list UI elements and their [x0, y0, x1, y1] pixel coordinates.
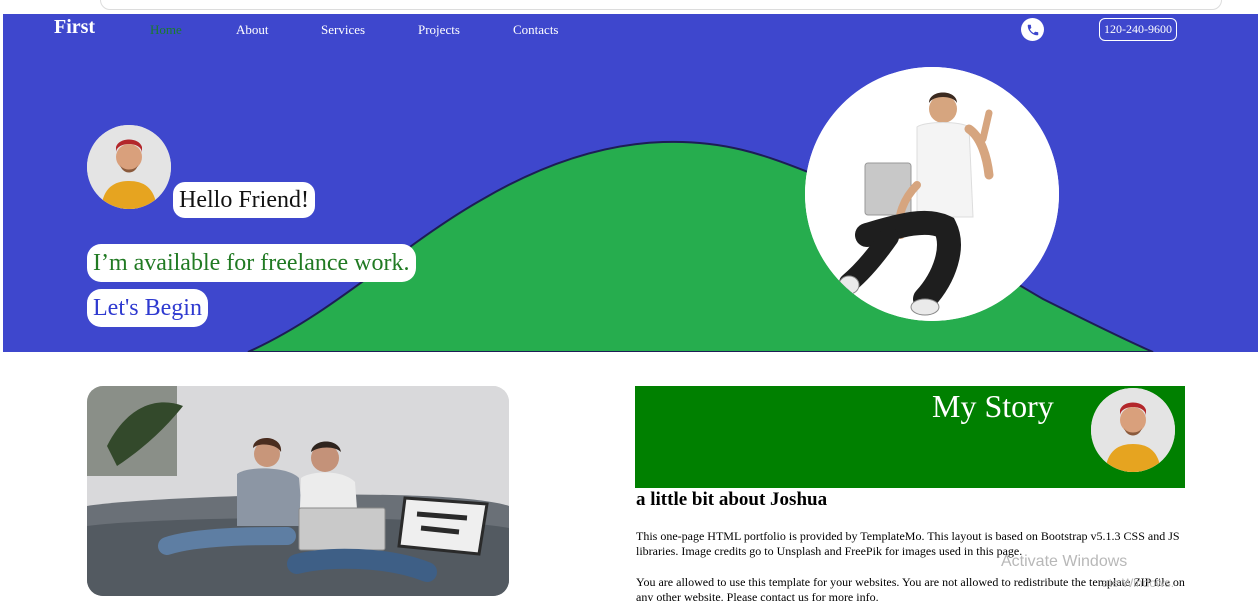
person-avatar-image [1091, 388, 1175, 472]
hero-greeting: Hello Friend! [173, 182, 315, 218]
hero-tagline: I’m available for freelance work. [87, 244, 416, 282]
couple-photo-image [87, 386, 509, 596]
person-avatar-image [87, 125, 171, 209]
my-story-banner: My Story [635, 386, 1185, 488]
story-title: My Story [932, 388, 1054, 424]
phone-glyph [1027, 24, 1038, 35]
nav-link-about[interactable]: About [236, 22, 269, 38]
lets-begin-button[interactable]: Let's Begin [87, 289, 208, 327]
address-bar-edge[interactable] [100, 0, 1222, 10]
story-heading: a little bit about Joshua [636, 489, 828, 510]
story-avatar [1091, 388, 1175, 472]
man-with-laptop-image [805, 67, 1059, 321]
hero-profile-photo [805, 67, 1059, 321]
hero-section: First Home About Services Projects Conta… [3, 14, 1258, 352]
brand-logo[interactable]: First [54, 16, 95, 39]
hero-avatar [87, 125, 171, 209]
nav-link-projects[interactable]: Projects [418, 22, 460, 38]
nav-link-services[interactable]: Services [321, 22, 365, 38]
nav-link-contacts[interactable]: Contacts [513, 22, 559, 38]
phone-number-button[interactable]: 120-240-9600 [1099, 18, 1177, 41]
activate-windows-watermark-2: ate Windows. [1102, 576, 1175, 590]
browser-strip [0, 0, 1258, 14]
phone-icon[interactable] [1021, 18, 1044, 41]
couple-on-couch-photo [87, 386, 509, 596]
navbar: First Home About Services Projects Conta… [3, 14, 1258, 46]
activate-windows-watermark: Activate Windows [1001, 553, 1128, 570]
page: First Home About Services Projects Conta… [0, 0, 1258, 601]
nav-link-home[interactable]: Home [150, 22, 182, 38]
